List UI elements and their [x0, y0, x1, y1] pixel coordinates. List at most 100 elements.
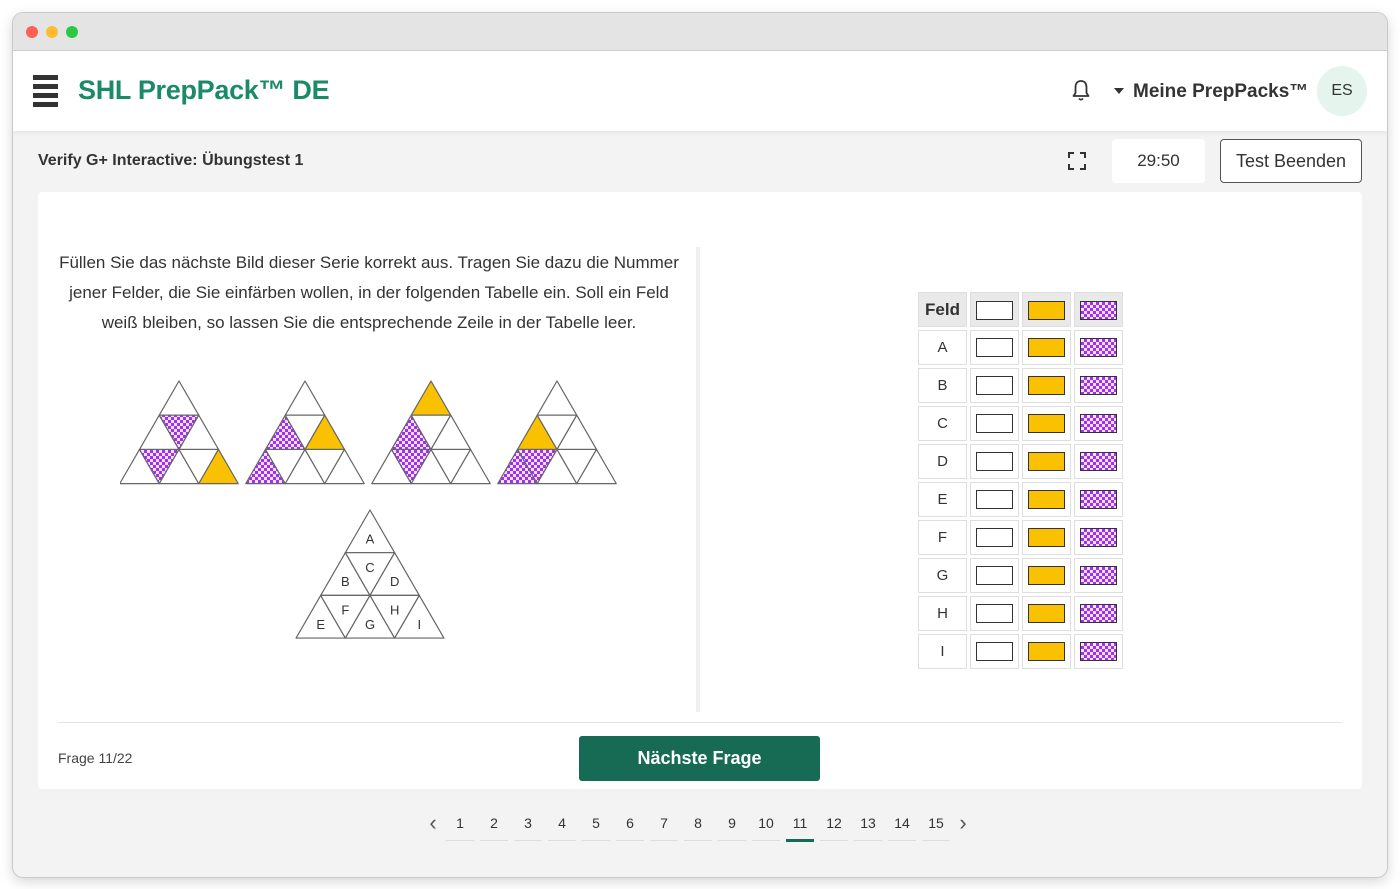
swatch-yellow[interactable] — [1028, 414, 1065, 433]
swatch-white[interactable] — [976, 528, 1013, 547]
swatch-yellow[interactable] — [1028, 376, 1065, 395]
swatch-checkered[interactable] — [1080, 528, 1117, 547]
swatch-checkered[interactable] — [1080, 566, 1117, 585]
cell-label: D — [390, 574, 399, 589]
page-8[interactable]: 8 — [681, 808, 715, 841]
chevron-right-icon[interactable]: › — [953, 808, 973, 838]
grid-cell-white[interactable] — [970, 406, 1019, 441]
grid-cell-yellow[interactable] — [1022, 368, 1071, 403]
page-3[interactable]: 3 — [511, 808, 545, 841]
grid-cell-checkered[interactable] — [1074, 596, 1123, 631]
swatch-checkered[interactable] — [1080, 604, 1117, 623]
page-2[interactable]: 2 — [477, 808, 511, 841]
swatch-checkered[interactable] — [1080, 642, 1117, 661]
grid-cell-white[interactable] — [970, 634, 1019, 669]
swatch-white[interactable] — [976, 566, 1013, 585]
avatar[interactable]: ES — [1317, 66, 1367, 116]
brand-logo[interactable]: SHL PrepPack™ DE — [78, 75, 330, 106]
swatch-yellow[interactable] — [1028, 566, 1065, 585]
page-12[interactable]: 12 — [817, 808, 851, 841]
grid-cell-checkered[interactable] — [1074, 406, 1123, 441]
swatch-white[interactable] — [976, 490, 1013, 509]
grid-cell-checkered[interactable] — [1074, 558, 1123, 593]
grid-cell-checkered[interactable] — [1074, 368, 1123, 403]
page-15[interactable]: 15 — [919, 808, 953, 841]
swatch-yellow[interactable] — [1028, 642, 1065, 661]
swatch-checkered[interactable] — [1080, 452, 1117, 471]
grid-row: C — [918, 406, 1123, 441]
maximize-window-button[interactable] — [66, 26, 78, 38]
page-7[interactable]: 7 — [647, 808, 681, 841]
swatch-white[interactable] — [976, 414, 1013, 433]
close-window-button[interactable] — [26, 26, 38, 38]
swatch-yellow[interactable] — [1028, 338, 1065, 357]
grid-cell-white[interactable] — [970, 368, 1019, 403]
page-10[interactable]: 10 — [749, 808, 783, 841]
swatch-white[interactable] — [976, 642, 1013, 661]
swatch-white[interactable] — [976, 376, 1013, 395]
grid-cell-yellow[interactable] — [1022, 406, 1071, 441]
grid-cell-yellow[interactable] — [1022, 482, 1071, 517]
grid-cell-checkered[interactable] — [1074, 444, 1123, 479]
page-13[interactable]: 13 — [851, 808, 885, 841]
grid-header-feld: Feld — [918, 292, 967, 327]
swatch-checkered[interactable] — [1080, 376, 1117, 395]
swatch-white[interactable] — [976, 604, 1013, 623]
hamburger-menu-icon[interactable] — [33, 75, 58, 108]
grid-row-label: E — [918, 482, 967, 517]
grid-cell-yellow[interactable] — [1022, 444, 1071, 479]
swatch-yellow[interactable] — [1028, 528, 1065, 547]
next-question-button[interactable]: Nächste Frage — [579, 736, 820, 781]
swatch-white[interactable] — [976, 338, 1013, 357]
field-key-figure: A BC D E F GH I — [295, 509, 445, 639]
grid-cell-yellow[interactable] — [1022, 330, 1071, 365]
caret-down-icon[interactable] — [1114, 88, 1124, 94]
my-preppacks-menu[interactable]: Meine PrepPacks™ — [1133, 81, 1308, 103]
question-card: Füllen Sie das nächste Bild dieser Serie… — [38, 192, 1362, 789]
timer: 29:50 — [1112, 139, 1205, 183]
grid-cell-checkered[interactable] — [1074, 520, 1123, 555]
swatch-checkered[interactable] — [1080, 338, 1117, 357]
swatch-white[interactable] — [976, 452, 1013, 471]
end-test-button[interactable]: Test Beenden — [1220, 139, 1362, 183]
grid-cell-white[interactable] — [970, 444, 1019, 479]
test-title: Verify G+ Interactive: Übungstest 1 — [38, 152, 304, 169]
swatch-checkered[interactable] — [1080, 490, 1117, 509]
page-14[interactable]: 14 — [885, 808, 919, 841]
column-yellow — [1022, 292, 1071, 327]
page-11[interactable]: 11 — [783, 808, 817, 842]
grid-cell-checkered[interactable] — [1074, 330, 1123, 365]
swatch-yellow[interactable] — [1028, 452, 1065, 471]
pattern-sequence-figure — [120, 380, 617, 485]
grid-row-label: B — [918, 368, 967, 403]
bell-icon[interactable] — [1071, 79, 1091, 103]
swatch-checkered[interactable] — [1080, 414, 1117, 433]
grid-cell-white[interactable] — [970, 520, 1019, 555]
chevron-left-icon[interactable]: ‹ — [423, 808, 443, 838]
grid-cell-white[interactable] — [970, 596, 1019, 631]
grid-cell-white[interactable] — [970, 482, 1019, 517]
grid-cell-yellow[interactable] — [1022, 596, 1071, 631]
grid-cell-yellow[interactable] — [1022, 634, 1071, 669]
grid-cell-checkered[interactable] — [1074, 482, 1123, 517]
page-9[interactable]: 9 — [715, 808, 749, 841]
grid-cell-yellow[interactable] — [1022, 520, 1071, 555]
page-4[interactable]: 4 — [545, 808, 579, 841]
page-5[interactable]: 5 — [579, 808, 613, 841]
minimize-window-button[interactable] — [46, 26, 58, 38]
swatch-yellow[interactable] — [1028, 490, 1065, 509]
grid-row-label: G — [918, 558, 967, 593]
fullscreen-icon[interactable] — [1067, 151, 1087, 171]
page-1[interactable]: 1 — [443, 808, 477, 841]
grid-cell-checkered[interactable] — [1074, 634, 1123, 669]
test-toolbar: Verify G+ Interactive: Übungstest 1 29:5… — [13, 131, 1387, 191]
grid-row-label: D — [918, 444, 967, 479]
key-triangle: A BC D E F GH I — [295, 509, 445, 639]
window-titlebar — [13, 13, 1387, 51]
page-6[interactable]: 6 — [613, 808, 647, 841]
swatch-yellow[interactable] — [1028, 604, 1065, 623]
grid-cell-white[interactable] — [970, 330, 1019, 365]
grid-cell-yellow[interactable] — [1022, 558, 1071, 593]
grid-cell-white[interactable] — [970, 558, 1019, 593]
cell-label: E — [316, 617, 325, 632]
